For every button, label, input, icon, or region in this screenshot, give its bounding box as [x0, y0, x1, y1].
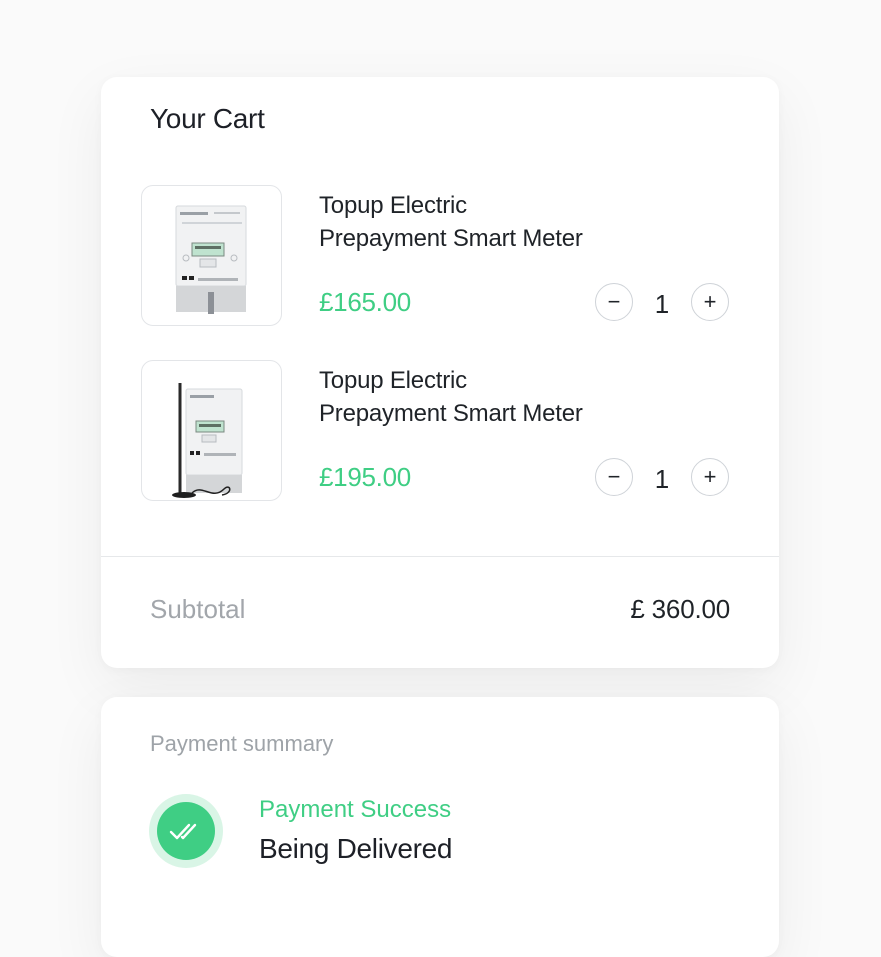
decrease-quantity-button[interactable]: −	[595, 283, 633, 321]
minus-icon: −	[607, 289, 621, 314]
product-price: £165.00	[319, 287, 411, 317]
product-name-line2: Prepayment Smart Meter	[319, 225, 583, 252]
double-check-icon	[157, 802, 215, 860]
product-price: £195.00	[319, 462, 411, 492]
plus-icon: +	[703, 289, 717, 314]
product-name-line1: Topup Electric	[319, 367, 467, 394]
subtotal-value: £ 360.00	[630, 594, 730, 624]
quantity-stepper: − 1 +	[595, 458, 731, 498]
cart-card: Your Cart Topup Electric Prepayment Smar…	[101, 77, 779, 668]
payment-summary-card: Payment summary Payment Success Being De…	[101, 697, 779, 957]
cart-title: Your Cart	[150, 103, 265, 134]
increase-quantity-button[interactable]: +	[691, 283, 729, 321]
payment-summary-title: Payment summary	[150, 731, 334, 756]
quantity-stepper: − 1 +	[595, 283, 731, 323]
product-name: Topup Electric Prepayment Smart Meter	[319, 364, 679, 430]
cart-item: Topup Electric Prepayment Smart Meter £1…	[141, 360, 731, 501]
delivery-status: Being Delivered	[259, 833, 453, 864]
product-image[interactable]	[141, 360, 282, 501]
product-image[interactable]	[141, 185, 282, 326]
plus-icon: +	[703, 464, 717, 489]
quantity-value: 1	[654, 464, 670, 494]
minus-icon: −	[607, 464, 621, 489]
product-name-line1: Topup Electric	[319, 192, 467, 219]
increase-quantity-button[interactable]: +	[691, 458, 729, 496]
payment-status: Payment Success	[259, 796, 452, 823]
divider	[101, 556, 779, 557]
subtotal-label: Subtotal	[150, 594, 246, 624]
quantity-value: 1	[654, 289, 670, 319]
product-name-line2: Prepayment Smart Meter	[319, 400, 583, 427]
cart-item: Topup Electric Prepayment Smart Meter £1…	[141, 185, 731, 326]
product-name: Topup Electric Prepayment Smart Meter	[319, 189, 679, 255]
payment-status-badge	[149, 794, 223, 868]
smart-meter-image	[175, 205, 247, 314]
smart-meter-with-antenna-image	[172, 383, 243, 498]
decrease-quantity-button[interactable]: −	[595, 458, 633, 496]
